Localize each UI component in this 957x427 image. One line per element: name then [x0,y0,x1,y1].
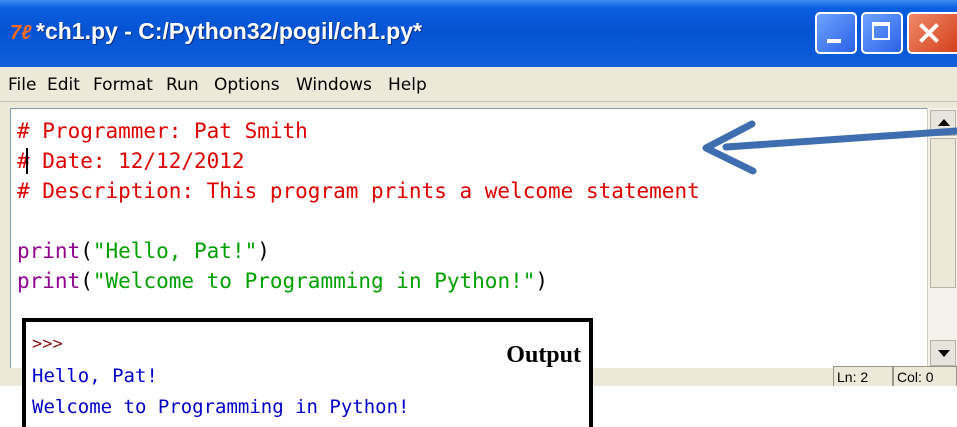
output-panel: >>> Output Hello, Pat! Welcome to Progra… [22,318,593,427]
output-line: Hello, Pat! [32,365,158,387]
shell-prompt: >>> [32,334,63,354]
output-label: Output [506,342,581,368]
output-line: Welcome to Programming in Python! [32,396,410,418]
